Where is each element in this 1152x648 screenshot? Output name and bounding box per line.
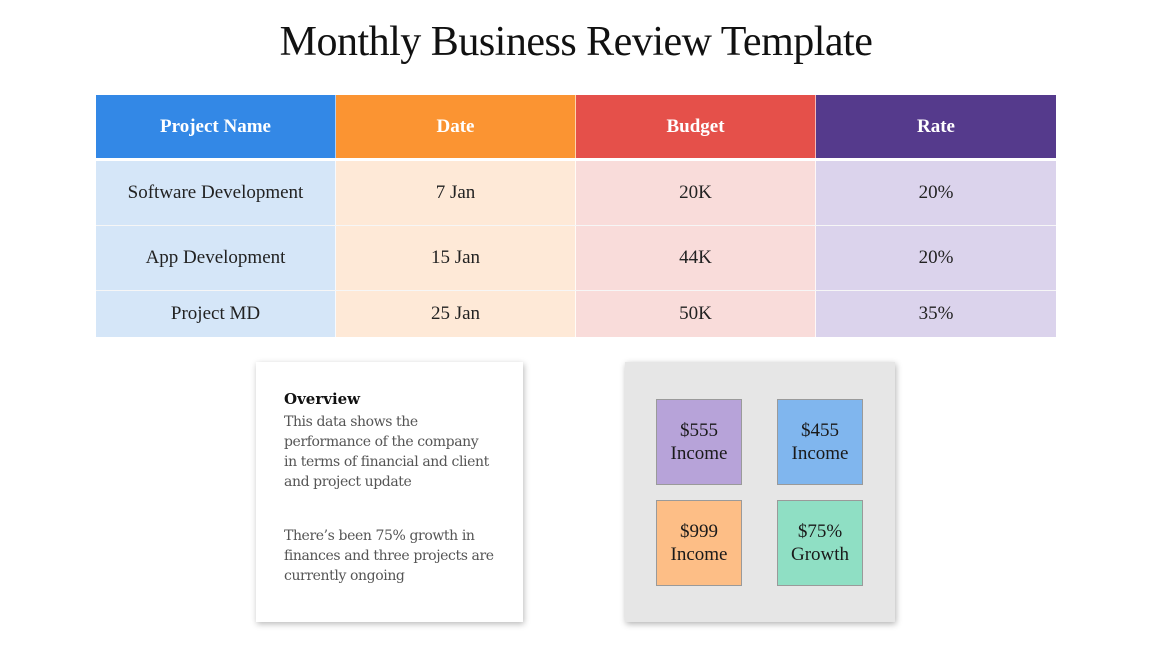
table-cell-date: 7 Jan bbox=[336, 161, 576, 225]
metric-value: $999 bbox=[680, 521, 718, 542]
metric-value: $455 bbox=[801, 420, 839, 441]
header-budget: Budget bbox=[576, 95, 816, 158]
table-cell-date: 25 Jan bbox=[336, 291, 576, 337]
table-cell-rate: 35% bbox=[816, 291, 1056, 337]
overview-paragraph: There’s been 75% growth in finances and … bbox=[284, 528, 494, 584]
metric-label: Income bbox=[670, 544, 728, 565]
metric-label: Income bbox=[670, 443, 728, 464]
overview-card: Overview This data shows the performance… bbox=[256, 362, 523, 622]
table-cell-project: App Development bbox=[96, 226, 336, 290]
metric-label: Income bbox=[791, 443, 849, 464]
table-cell-rate: 20% bbox=[816, 226, 1056, 290]
metric-label: Growth bbox=[790, 544, 850, 565]
table-cell-budget: 20K bbox=[576, 161, 816, 225]
metric-tile: $555 Income bbox=[656, 399, 742, 485]
metrics-panel: $555 Income $455 Income $999 Income $75%… bbox=[625, 362, 895, 622]
table-cell-project: Software Development bbox=[96, 161, 336, 225]
header-project-name: Project Name bbox=[96, 95, 336, 158]
header-date: Date bbox=[336, 95, 576, 158]
overview-heading: Overview bbox=[284, 390, 361, 408]
header-rate: Rate bbox=[816, 95, 1056, 158]
table-cell-project: Project MD bbox=[96, 291, 336, 337]
metric-value: $555 bbox=[680, 420, 718, 441]
metric-tile: $75% Growth bbox=[777, 500, 863, 586]
project-table: Project Name Date Budget Rate Software D… bbox=[96, 95, 1056, 337]
metric-value: $75% bbox=[797, 521, 843, 542]
metric-tile: $999 Income bbox=[656, 500, 742, 586]
table-cell-date: 15 Jan bbox=[336, 226, 576, 290]
table-cell-budget: 50K bbox=[576, 291, 816, 337]
metric-tile: $455 Income bbox=[777, 399, 863, 485]
overview-paragraph: This data shows the performance of the c… bbox=[284, 414, 489, 490]
table-cell-budget: 44K bbox=[576, 226, 816, 290]
table-cell-rate: 20% bbox=[816, 161, 1056, 225]
page-title: Monthly Business Review Template bbox=[279, 19, 873, 65]
